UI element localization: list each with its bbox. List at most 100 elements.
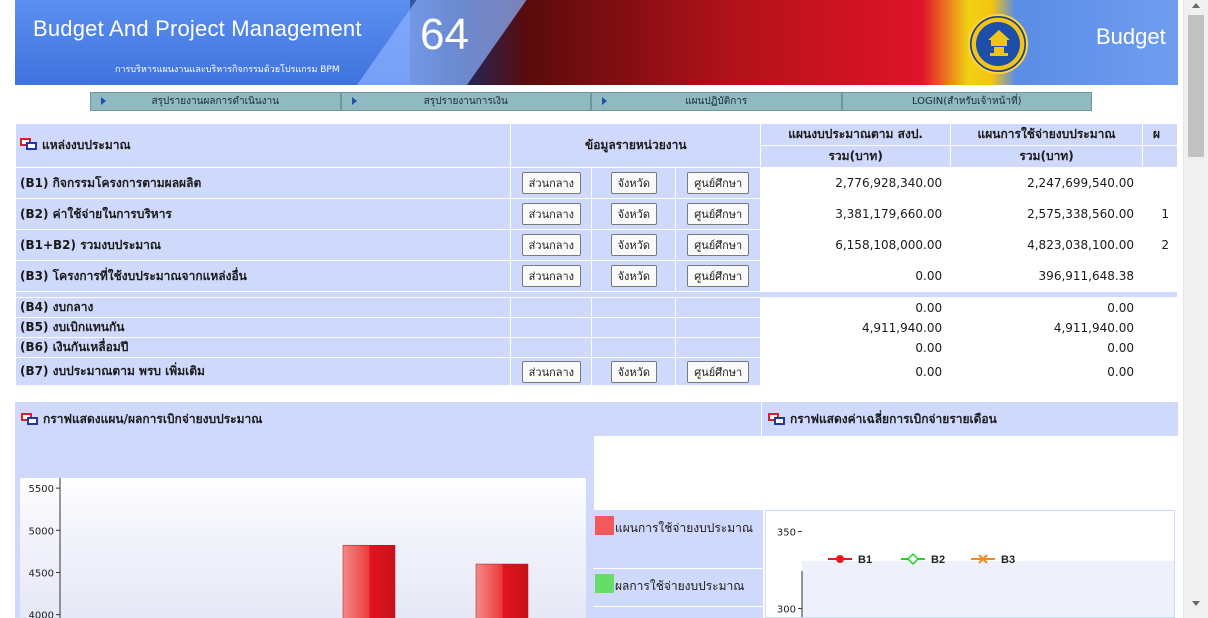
- legend-label-actual: ผลการใช้จ่ายงบประมาณ: [615, 579, 745, 593]
- arrow-right-icon: [351, 97, 357, 105]
- province-cell: จังหวัด: [591, 357, 677, 386]
- center-cell: ศูนย์ศึกษา: [675, 229, 762, 261]
- center-button[interactable]: ศูนย์ศึกษา: [687, 234, 750, 256]
- empty-cell: [675, 317, 762, 338]
- spend-value: 0.00: [950, 337, 1143, 358]
- scroll-up-icon[interactable]: [1192, 3, 1200, 8]
- scroll-down-icon[interactable]: [1192, 601, 1200, 606]
- nav-item-action-plan[interactable]: แผนปฏิบัติการ: [591, 92, 842, 111]
- spend-value: 4,823,038,100.00: [950, 229, 1143, 261]
- central-button[interactable]: ส่วนกลาง: [521, 203, 582, 225]
- nav-item-label: สรุปรายงานการเงิน: [423, 96, 508, 107]
- extra-value: [1141, 337, 1179, 358]
- plan-header: แผนงบประมาณตาม สงป.: [760, 123, 952, 146]
- y-tick-label: 300: [777, 605, 796, 616]
- spend-value: 4,911,940.00: [950, 317, 1143, 338]
- central-cell: ส่วนกลาง: [510, 229, 593, 261]
- province-button[interactable]: จังหวัด: [610, 203, 657, 225]
- province-button[interactable]: จังหวัด: [610, 172, 657, 194]
- header-banner: Budget And Project Management การบริหารแ…: [15, 0, 1178, 85]
- legend-swatch-plan: [595, 516, 614, 535]
- province-button[interactable]: จังหวัด: [610, 234, 657, 256]
- empty-cell: [510, 297, 593, 318]
- central-cell: ส่วนกลาง: [510, 260, 593, 292]
- plan-total-header: รวม(บาท): [760, 145, 952, 168]
- plan-value: 0.00: [760, 297, 952, 318]
- y-tick-label: 4000: [29, 611, 54, 618]
- emblem-icon: [968, 14, 1028, 74]
- extra-total-header: [1141, 145, 1179, 168]
- central-button[interactable]: ส่วนกลาง: [521, 265, 582, 287]
- nav-item-login[interactable]: LOGIN(สำหรับเจ้าหน้าที่): [841, 92, 1092, 111]
- right-chart-title: กราฟแสดงค่าเฉลี่ยการเบิกจ่ายรายเดือน: [762, 402, 1178, 436]
- y-tick-label: 350: [777, 527, 796, 538]
- nav-item-performance-report[interactable]: สรุปรายงานผลการดำเนินงาน: [90, 92, 341, 111]
- spend-header: แผนการใช้จ่ายงบประมาณ: [950, 123, 1143, 146]
- extra-value: [1141, 317, 1179, 338]
- center-button[interactable]: ศูนย์ศึกษา: [687, 265, 750, 287]
- empty-cell: [675, 297, 762, 318]
- central-button[interactable]: ส่วนกลาง: [521, 172, 582, 194]
- legend-divider: [593, 606, 763, 607]
- vertical-scrollbar[interactable]: [1183, 0, 1208, 618]
- center-cell: ศูนย์ศึกษา: [675, 357, 762, 386]
- extra-value: 2: [1141, 229, 1179, 261]
- window-icon: [20, 138, 38, 150]
- y-tick-label: 5000: [29, 526, 54, 537]
- center-cell: ศูนย์ศึกษา: [675, 167, 762, 199]
- central-button[interactable]: ส่วนกลาง: [521, 234, 582, 256]
- plan-value: 3,381,179,660.00: [760, 198, 952, 230]
- empty-cell: [591, 297, 677, 318]
- legend-label-plan: แผนการใช้จ่ายงบประมาณ: [615, 521, 753, 535]
- legend-label: B1: [858, 554, 872, 566]
- extra-value: 1: [1141, 198, 1179, 230]
- left-chart-panel: 4000 4500 5000 5500: [15, 436, 593, 618]
- extra-value: [1141, 167, 1179, 199]
- right-chart-title-label: กราฟแสดงค่าเฉลี่ยการเบิกจ่ายรายเดือน: [790, 411, 997, 426]
- nav-item-finance-report[interactable]: สรุปรายงานการเงิน: [340, 92, 591, 111]
- source-header-label: แหล่งงบประมาณ: [42, 138, 131, 152]
- center-button[interactable]: ศูนย์ศึกษา: [687, 203, 750, 225]
- central-cell: ส่วนกลาง: [510, 198, 593, 230]
- monthly-average-chart: 300 350 B1 B2 B3: [765, 510, 1175, 618]
- row-label: (B7) งบประมาณตาม พรบ เพิ่มเติม: [14, 357, 512, 386]
- legend-item-plan: แผนการใช้จ่ายงบประมาณ: [595, 516, 761, 538]
- nav-item-label: LOGIN(สำหรับเจ้าหน้าที่): [911, 96, 1022, 107]
- row-label: (B1) กิจกรรมโครงการตามผลผลิต: [14, 167, 512, 199]
- plot-area: [802, 561, 1174, 617]
- extra-value: [1141, 297, 1179, 318]
- legend-divider: [593, 568, 763, 569]
- scrollbar-thumb[interactable]: [1188, 15, 1204, 157]
- row-label: (B3) โครงการที่ใช้งบประมาณจากแหล่งอื่น: [14, 260, 512, 292]
- plan-value: 6,158,108,000.00: [760, 229, 952, 261]
- province-cell: จังหวัด: [591, 167, 677, 199]
- province-cell: จังหวัด: [591, 260, 677, 292]
- bar-chart-svg: 4000 4500 5000 5500: [29, 478, 529, 618]
- plan-value: 0.00: [760, 357, 952, 386]
- chart-legend: แผนการใช้จ่ายงบประมาณ ผลการใช้จ่ายงบประม…: [593, 510, 763, 618]
- extra-value: [1141, 260, 1179, 292]
- page-viewport: Budget And Project Management การบริหารแ…: [0, 0, 1208, 618]
- budget-table: แหล่งงบประมาณ ข้อมูลรายหน่วยงาน แผนงบประ…: [14, 123, 1179, 386]
- plan-value: 0.00: [760, 260, 952, 292]
- center-button[interactable]: ศูนย์ศึกษา: [687, 172, 750, 194]
- plan-value: 2,776,928,340.00: [760, 167, 952, 199]
- banner-right-title: Budget: [1096, 24, 1166, 49]
- banner-subtitle: การบริหารแผนงานและบริหารกิจกรรมด้วยโปรแก…: [115, 65, 340, 75]
- y-tick-label: 4500: [29, 568, 54, 579]
- arrow-right-icon: [602, 97, 607, 105]
- empty-cell: [510, 337, 593, 358]
- window-icon: [768, 413, 786, 425]
- central-cell: ส่วนกลาง: [510, 357, 593, 386]
- province-button[interactable]: จังหวัด: [610, 265, 657, 287]
- central-button[interactable]: ส่วนกลาง: [521, 360, 582, 383]
- nav-item-label: แผนปฏิบัติการ: [685, 96, 748, 107]
- window-icon: [21, 413, 39, 425]
- line-chart-svg: 300 350 B1 B2 B3: [777, 527, 1174, 617]
- nav-item-label: สรุปรายงานผลการดำเนินงาน: [151, 96, 280, 107]
- province-button[interactable]: จังหวัด: [610, 360, 657, 383]
- central-cell: ส่วนกลาง: [510, 167, 593, 199]
- center-button[interactable]: ศูนย์ศึกษา: [687, 360, 750, 383]
- center-cell: ศูนย์ศึกษา: [675, 260, 762, 292]
- province-cell: จังหวัด: [591, 198, 677, 230]
